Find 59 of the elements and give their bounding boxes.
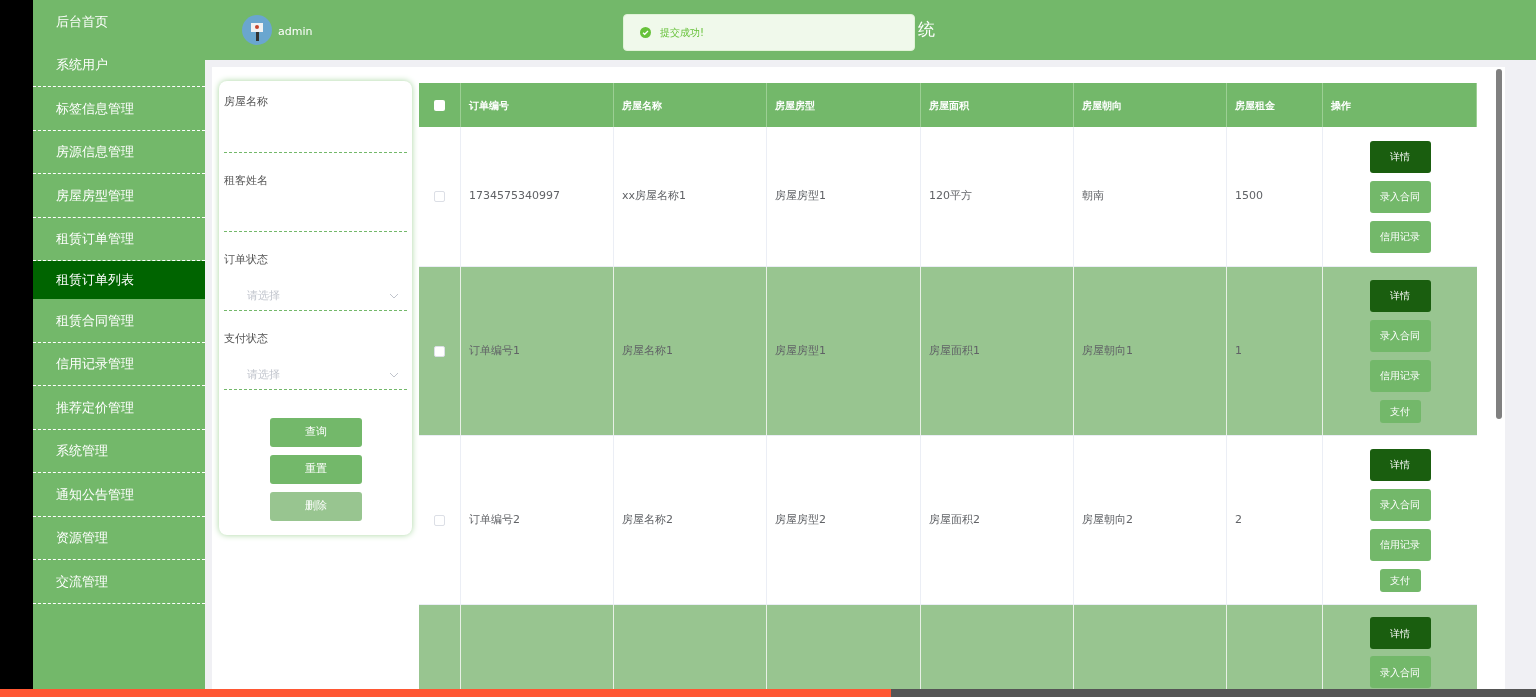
row-checkbox[interactable] [434, 345, 445, 357]
table-cell-text: 订单编号1 [469, 342, 520, 359]
table-cell-text: 房屋房型1 [775, 342, 826, 359]
row-checkbox[interactable] [434, 191, 445, 202]
sidebar-item[interactable]: 后台首页 [33, 0, 205, 44]
table-cell: 房屋房型1 [775, 188, 826, 205]
field-label: 房屋名称 [224, 94, 269, 110]
table-cell-text: 房屋朝向2 [1082, 511, 1133, 528]
sidebar-item[interactable]: 租赁订单列表 [33, 261, 205, 299]
avatar [242, 15, 272, 45]
table-cell-text: 房屋面积1 [929, 342, 980, 359]
contract-button[interactable]: 录入合同 [1369, 319, 1431, 352]
filter-button[interactable]: 重置 [269, 455, 362, 484]
video-progress-bar[interactable] [0, 689, 1536, 697]
contract-button[interactable]: 录入合同 [1369, 488, 1431, 521]
table-cell-text: 房屋面积2 [929, 511, 980, 528]
contract-button[interactable]: 录入合同 [1369, 656, 1431, 688]
table-cell-text: 2 [1235, 511, 1242, 528]
table-cell-text: 订单编号2 [469, 511, 520, 528]
select-all-checkbox[interactable] [434, 99, 445, 111]
column-header: 操作 [1331, 98, 1351, 113]
chevron-down-icon [389, 372, 399, 378]
credit-button[interactable]: 信用记录 [1369, 220, 1431, 253]
row-checkbox[interactable] [434, 514, 445, 526]
success-icon [640, 27, 651, 38]
table-cell: 1734575340997 [469, 188, 560, 205]
table-cell-text: 房屋房型2 [775, 511, 826, 528]
pay-button[interactable]: 支付 [1379, 568, 1421, 592]
table-cell-text: 房屋朝向1 [1082, 342, 1133, 359]
table-cell: 1500 [1235, 188, 1263, 205]
credit-button[interactable]: 信用记录 [1369, 359, 1431, 392]
username: admin [278, 23, 313, 40]
column-header: 房屋名称 [622, 98, 662, 113]
column-header: 房屋租金 [1235, 98, 1275, 113]
table-cell: 120平方 [929, 188, 972, 205]
column-header: 订单编号 [469, 98, 509, 113]
column-header: 房屋朝向 [1082, 98, 1122, 113]
details-button[interactable]: 详情 [1369, 617, 1431, 649]
header-title: 统 [918, 18, 936, 42]
field-label: 租客姓名 [224, 173, 269, 189]
contract-button[interactable]: 录入合同 [1369, 180, 1431, 213]
column-header: 房屋房型 [775, 98, 815, 113]
table-cell: 朝南 [1082, 188, 1104, 205]
field-label: 订单状态 [224, 252, 269, 268]
details-button[interactable]: 详情 [1369, 140, 1431, 173]
details-button[interactable]: 详情 [1369, 279, 1431, 312]
scrollbar[interactable] [1496, 69, 1502, 419]
table-cell-text: 房屋名称2 [622, 511, 673, 528]
table-cell-text: 房屋名称1 [622, 342, 673, 359]
table-cell: xx房屋名称1 [622, 188, 687, 205]
pay-button[interactable]: 支付 [1379, 399, 1421, 423]
chevron-down-icon [389, 293, 399, 299]
filter-button[interactable]: 查询 [269, 418, 362, 447]
table-cell-text: 1 [1235, 342, 1242, 359]
details-button[interactable]: 详情 [1369, 448, 1431, 481]
success-toast: 提交成功! [623, 14, 915, 51]
column-header: 房屋面积 [929, 98, 969, 113]
credit-button[interactable]: 信用记录 [1369, 528, 1431, 561]
field-label: 支付状态 [224, 331, 269, 347]
